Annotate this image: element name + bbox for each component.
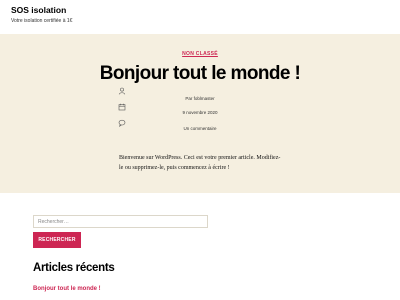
post-comments-link[interactable]: Un commentaire (150, 126, 250, 131)
site-header: SOS isolation Votre isolation certifiée … (0, 0, 400, 34)
post-title[interactable]: Bonjour tout le monde ! (0, 63, 400, 85)
post-author[interactable]: Par foblmaster (150, 96, 250, 101)
post-category: NON CLASSÉ (0, 51, 400, 57)
person-icon (118, 87, 126, 95)
post-article: NON CLASSÉ Bonjour tout le monde ! Par f… (0, 34, 400, 193)
search-button[interactable]: RECHERCHER (33, 232, 81, 248)
search-input[interactable]: Rechercher… (33, 215, 208, 228)
site-title[interactable]: SOS isolation (11, 5, 66, 15)
site-description: Votre isolation certifiée à 1€ (11, 18, 73, 24)
post-date[interactable]: 9 novembre 2020 (150, 110, 250, 115)
calendar-icon (118, 103, 126, 111)
post-excerpt: Bienvenue sur WordPress. Ceci est votre … (119, 155, 281, 171)
recent-posts-heading: Articles récents (33, 262, 115, 274)
category-link[interactable]: NON CLASSÉ (182, 51, 218, 57)
recent-post-link[interactable]: Bonjour tout le monde ! (33, 286, 101, 292)
comment-bubble-icon (118, 119, 126, 127)
